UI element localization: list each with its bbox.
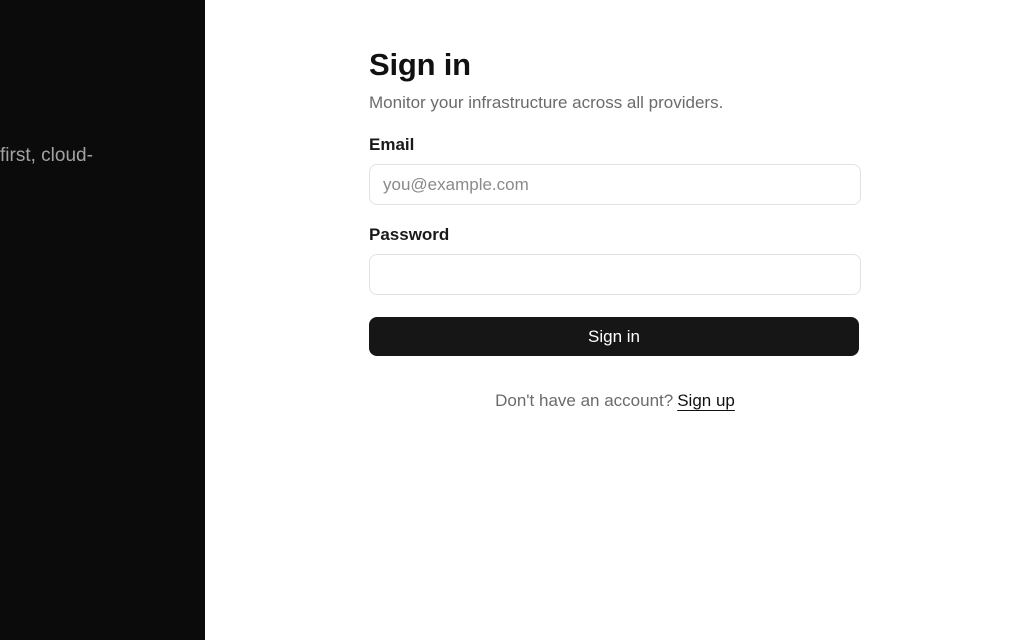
sign-up-link[interactable]: Sign up: [677, 391, 735, 410]
brand-tagline: first, cloud-: [0, 145, 93, 166]
sign-in-button[interactable]: Sign in: [369, 317, 859, 356]
email-label: Email: [369, 135, 415, 154]
password-field[interactable]: [369, 254, 861, 295]
sign-in-form: Sign in Monitor your infrastructure acro…: [369, 46, 861, 411]
signup-prompt-row: Don't have an account? Sign up: [369, 391, 861, 411]
email-field[interactable]: [369, 164, 861, 205]
page-title: Sign in: [369, 47, 471, 82]
brand-panel: first, cloud-: [0, 0, 205, 640]
signup-prompt-text: Don't have an account?: [495, 391, 674, 410]
form-panel: Sign in Monitor your infrastructure acro…: [205, 0, 1024, 640]
page-subtitle: Monitor your infrastructure across all p…: [369, 93, 724, 112]
password-label: Password: [369, 225, 450, 244]
sign-in-page: first, cloud- Sign in Monitor your infra…: [0, 0, 1024, 640]
